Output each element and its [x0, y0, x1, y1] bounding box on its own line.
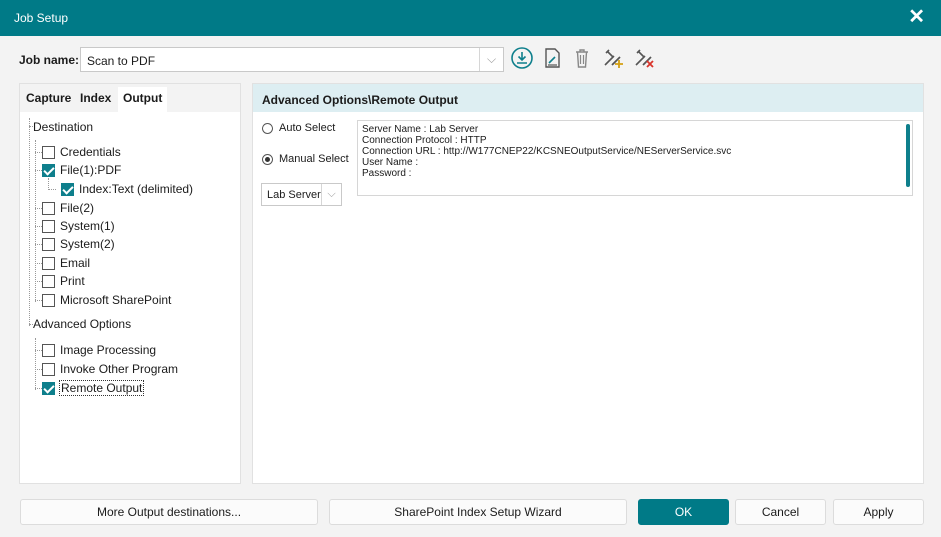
- print-checkbox[interactable]: [42, 274, 55, 288]
- tools-remove-icon[interactable]: [632, 45, 658, 73]
- email-checkbox[interactable]: [42, 256, 55, 270]
- image-processing-checkbox[interactable]: [42, 343, 55, 357]
- tree-header-advanced-options: Advanced Options: [33, 317, 131, 331]
- tree-header-label: Advanced Options: [33, 317, 132, 331]
- connection-url-line: Connection URL : http://W177CNEP22/KCSNE…: [362, 146, 732, 157]
- job-name-combobox[interactable]: Scan to PDF ⌵: [80, 47, 504, 72]
- tree-item-label: Print: [60, 274, 85, 288]
- tree-item-image-processing[interactable]: Image Processing: [42, 343, 156, 357]
- right-panel: Advanced Options\Remote Output Auto Sele…: [252, 83, 924, 484]
- tree-item-label: Index:Text (delimited): [79, 182, 194, 196]
- job-name-label: Job name:: [19, 53, 80, 67]
- auto-select-radio[interactable]: Auto Select: [262, 122, 335, 134]
- auto-select-radio-dot[interactable]: [262, 122, 273, 134]
- tree-item-label: Credentials: [60, 145, 121, 159]
- download-icon[interactable]: [509, 45, 535, 73]
- tree-item-label: Image Processing: [60, 343, 157, 357]
- index-text-checkbox[interactable]: [61, 182, 74, 196]
- tree-item-credentials[interactable]: Credentials: [42, 145, 121, 159]
- tree-item-system1[interactable]: System(1): [42, 219, 115, 233]
- connection-protocol-line: Connection Protocol : HTTP: [362, 135, 487, 146]
- credentials-checkbox[interactable]: [42, 145, 55, 159]
- close-icon[interactable]: ✕: [908, 7, 925, 27]
- info-scrollbar[interactable]: [906, 124, 910, 187]
- chevron-down-icon[interactable]: ⌵: [479, 48, 503, 71]
- tree-item-print[interactable]: Print: [42, 274, 85, 288]
- apply-button[interactable]: Apply: [833, 499, 924, 525]
- left-panel: Capture Index Output Destination Credent…: [19, 83, 241, 484]
- cancel-button[interactable]: Cancel: [735, 499, 826, 525]
- more-output-destinations-button[interactable]: More Output destinations...: [20, 499, 318, 525]
- tree-header-label: Destination: [33, 120, 94, 134]
- server-select-value[interactable]: Lab Server: [267, 189, 321, 201]
- auto-select-label: Auto Select: [279, 122, 336, 134]
- tab-strip: Capture Index Output: [20, 84, 240, 112]
- tree-item-label: System(1): [60, 219, 115, 233]
- section-title: Advanced Options\Remote Output: [262, 93, 459, 107]
- tree-item-file1-pdf[interactable]: File(1):PDF: [42, 163, 121, 177]
- window-title: Job Setup: [14, 11, 69, 25]
- tree-item-label: Microsoft SharePoint: [60, 293, 172, 307]
- title-bar: Job Setup ✕: [0, 0, 941, 36]
- ok-button[interactable]: OK: [638, 499, 729, 525]
- tree-item-file2[interactable]: File(2): [42, 201, 94, 215]
- tree-item-label: Remote Output: [58, 380, 145, 396]
- sharepoint-checkbox[interactable]: [42, 293, 55, 307]
- trash-icon[interactable]: [569, 45, 595, 73]
- tree-item-index-text[interactable]: Index:Text (delimited): [61, 182, 193, 196]
- user-name-line: User Name :: [362, 157, 419, 168]
- file2-checkbox[interactable]: [42, 201, 55, 215]
- tree-item-sharepoint[interactable]: Microsoft SharePoint: [42, 293, 171, 307]
- output-tree: Destination Credentials File(1):PDF Inde…: [20, 112, 240, 483]
- manual-select-radio-dot[interactable]: [262, 153, 273, 165]
- tab-index[interactable]: Index: [80, 91, 111, 105]
- system1-checkbox[interactable]: [42, 219, 55, 233]
- job-name-row: Job name: Scan to PDF ⌵: [0, 36, 941, 80]
- tree-item-remote-output[interactable]: Remote Output: [42, 380, 145, 396]
- system2-checkbox[interactable]: [42, 237, 55, 251]
- tree-item-label: System(2): [60, 237, 115, 251]
- tree-item-email[interactable]: Email: [42, 256, 90, 270]
- tab-output[interactable]: Output: [118, 87, 168, 112]
- server-name-line: Server Name : Lab Server: [362, 124, 479, 135]
- edit-document-icon[interactable]: [539, 45, 565, 73]
- server-select[interactable]: Lab Server ⌵: [261, 183, 342, 206]
- manual-select-radio[interactable]: Manual Select: [262, 153, 349, 165]
- remote-output-checkbox[interactable]: [42, 381, 55, 395]
- file1-pdf-checkbox[interactable]: [42, 163, 55, 177]
- tree-header-destination: Destination: [33, 120, 93, 134]
- tree-item-label: Invoke Other Program: [60, 362, 179, 376]
- server-info-box: Server Name : Lab Server Connection Prot…: [357, 120, 913, 196]
- manual-select-label: Manual Select: [279, 153, 349, 165]
- tab-capture[interactable]: Capture: [26, 91, 71, 105]
- password-line: Password :: [362, 168, 412, 179]
- tree-item-label: Email: [60, 256, 91, 270]
- section-header: Advanced Options\Remote Output: [253, 84, 923, 112]
- chevron-down-icon[interactable]: ⌵: [321, 184, 341, 205]
- tools-add-icon[interactable]: [601, 45, 627, 73]
- job-name-value[interactable]: Scan to PDF: [87, 54, 155, 68]
- sharepoint-index-wizard-button[interactable]: SharePoint Index Setup Wizard: [329, 499, 627, 525]
- tree-item-label: File(1):PDF: [60, 163, 122, 177]
- tree-item-system2[interactable]: System(2): [42, 237, 115, 251]
- tree-item-label: File(2): [60, 201, 95, 215]
- invoke-other-program-checkbox[interactable]: [42, 362, 55, 376]
- tree-item-invoke-other-program[interactable]: Invoke Other Program: [42, 362, 178, 376]
